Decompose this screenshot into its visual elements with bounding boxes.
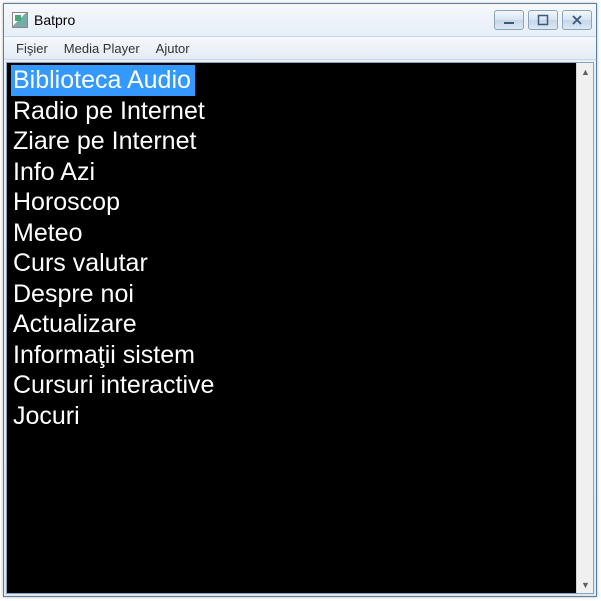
list-item[interactable]: Biblioteca Audio (11, 65, 195, 96)
app-icon (12, 12, 28, 28)
list-item[interactable]: Despre noi (11, 280, 136, 308)
list-item[interactable]: Info Azi (11, 158, 97, 186)
minimize-button[interactable] (494, 10, 524, 30)
menu-media-player[interactable]: Media Player (56, 39, 148, 58)
list-item[interactable]: Jocuri (11, 402, 82, 430)
menu-ajutor[interactable]: Ajutor (148, 39, 198, 58)
scroll-up-arrow-icon[interactable]: ▲ (578, 63, 593, 80)
titlebar[interactable]: Batpro (4, 4, 596, 36)
scroll-down-arrow-icon[interactable]: ▼ (578, 576, 593, 593)
menu-fisier[interactable]: Fişier (8, 39, 56, 58)
app-window: Batpro Fişier Media Player Ajutor Biblio… (3, 3, 597, 597)
minimize-icon (503, 14, 515, 26)
menubar: Fişier Media Player Ajutor (4, 36, 596, 60)
list-item[interactable]: Cursuri interactive (11, 371, 216, 399)
close-button[interactable] (562, 10, 592, 30)
list-item[interactable]: Informaţii sistem (11, 341, 197, 369)
list-item[interactable]: Actualizare (11, 310, 139, 338)
vertical-scrollbar[interactable]: ▲ ▼ (576, 63, 593, 593)
maximize-button[interactable] (528, 10, 558, 30)
main-listbox[interactable]: Biblioteca Audio Radio pe Internet Ziare… (7, 63, 576, 593)
window-title: Batpro (34, 12, 494, 28)
list-item[interactable]: Meteo (11, 219, 84, 247)
list-item[interactable]: Ziare pe Internet (11, 127, 198, 155)
list-item[interactable]: Radio pe Internet (11, 97, 207, 125)
close-icon (571, 14, 583, 26)
content-area: Biblioteca Audio Radio pe Internet Ziare… (6, 62, 594, 594)
list-item[interactable]: Curs valutar (11, 249, 150, 277)
maximize-icon (537, 14, 549, 26)
window-controls (494, 10, 592, 30)
list-item[interactable]: Horoscop (11, 188, 122, 216)
